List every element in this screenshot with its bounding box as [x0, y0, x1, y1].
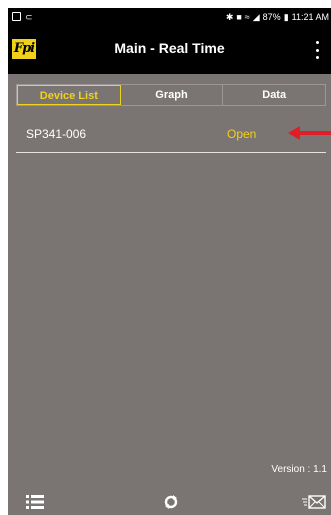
tab-graph[interactable]: Graph: [121, 85, 224, 105]
bluetooth-icon: ✱: [225, 12, 234, 22]
status-bar: ⊂ ✱ ■ ≈ ◢ 87% ▮ 11:21 AM: [8, 8, 331, 28]
device-name: SP341-006: [26, 127, 87, 141]
device-status-open[interactable]: Open: [227, 127, 256, 141]
wifi-icon: ≈: [244, 12, 250, 22]
nfc-icon: ■: [236, 12, 242, 22]
kebab-dot: [315, 56, 319, 59]
status-right: ✱ ■ ≈ ◢ 87% ▮ 11:21 AM: [226, 12, 329, 22]
battery-icon: ▮: [283, 12, 289, 22]
tab-bar: Device List Graph Data: [16, 84, 326, 106]
clock: 11:21 AM: [291, 12, 329, 22]
page-title: Main - Real Time: [114, 40, 225, 56]
battery-percent: 87%: [262, 12, 281, 22]
tab-data[interactable]: Data: [223, 85, 325, 105]
signal-icon: ◢: [252, 12, 260, 22]
red-arrow-icon: [288, 126, 331, 140]
list-icon[interactable]: [26, 495, 44, 509]
email-icon[interactable]: [302, 495, 326, 509]
tab-device-list[interactable]: Device List: [17, 85, 121, 105]
version-label: Version : 1.1: [271, 464, 327, 475]
kebab-menu-icon[interactable]: [315, 41, 319, 59]
image-icon: [12, 12, 21, 21]
device-list-item[interactable]: SP341-006 Open: [16, 118, 326, 153]
app-bar: Fpi Main - Real Time: [8, 28, 331, 74]
status-left-icons: ⊂: [12, 12, 33, 22]
refresh-icon[interactable]: [164, 495, 178, 509]
kebab-dot: [315, 41, 319, 44]
bottom-toolbar: [8, 489, 331, 515]
kebab-dot: [315, 48, 319, 52]
app-screen: ⊂ ✱ ■ ≈ ◢ 87% ▮ 11:21 AM Fpi Main - Real…: [8, 8, 331, 515]
cast-icon: ⊂: [25, 12, 33, 22]
